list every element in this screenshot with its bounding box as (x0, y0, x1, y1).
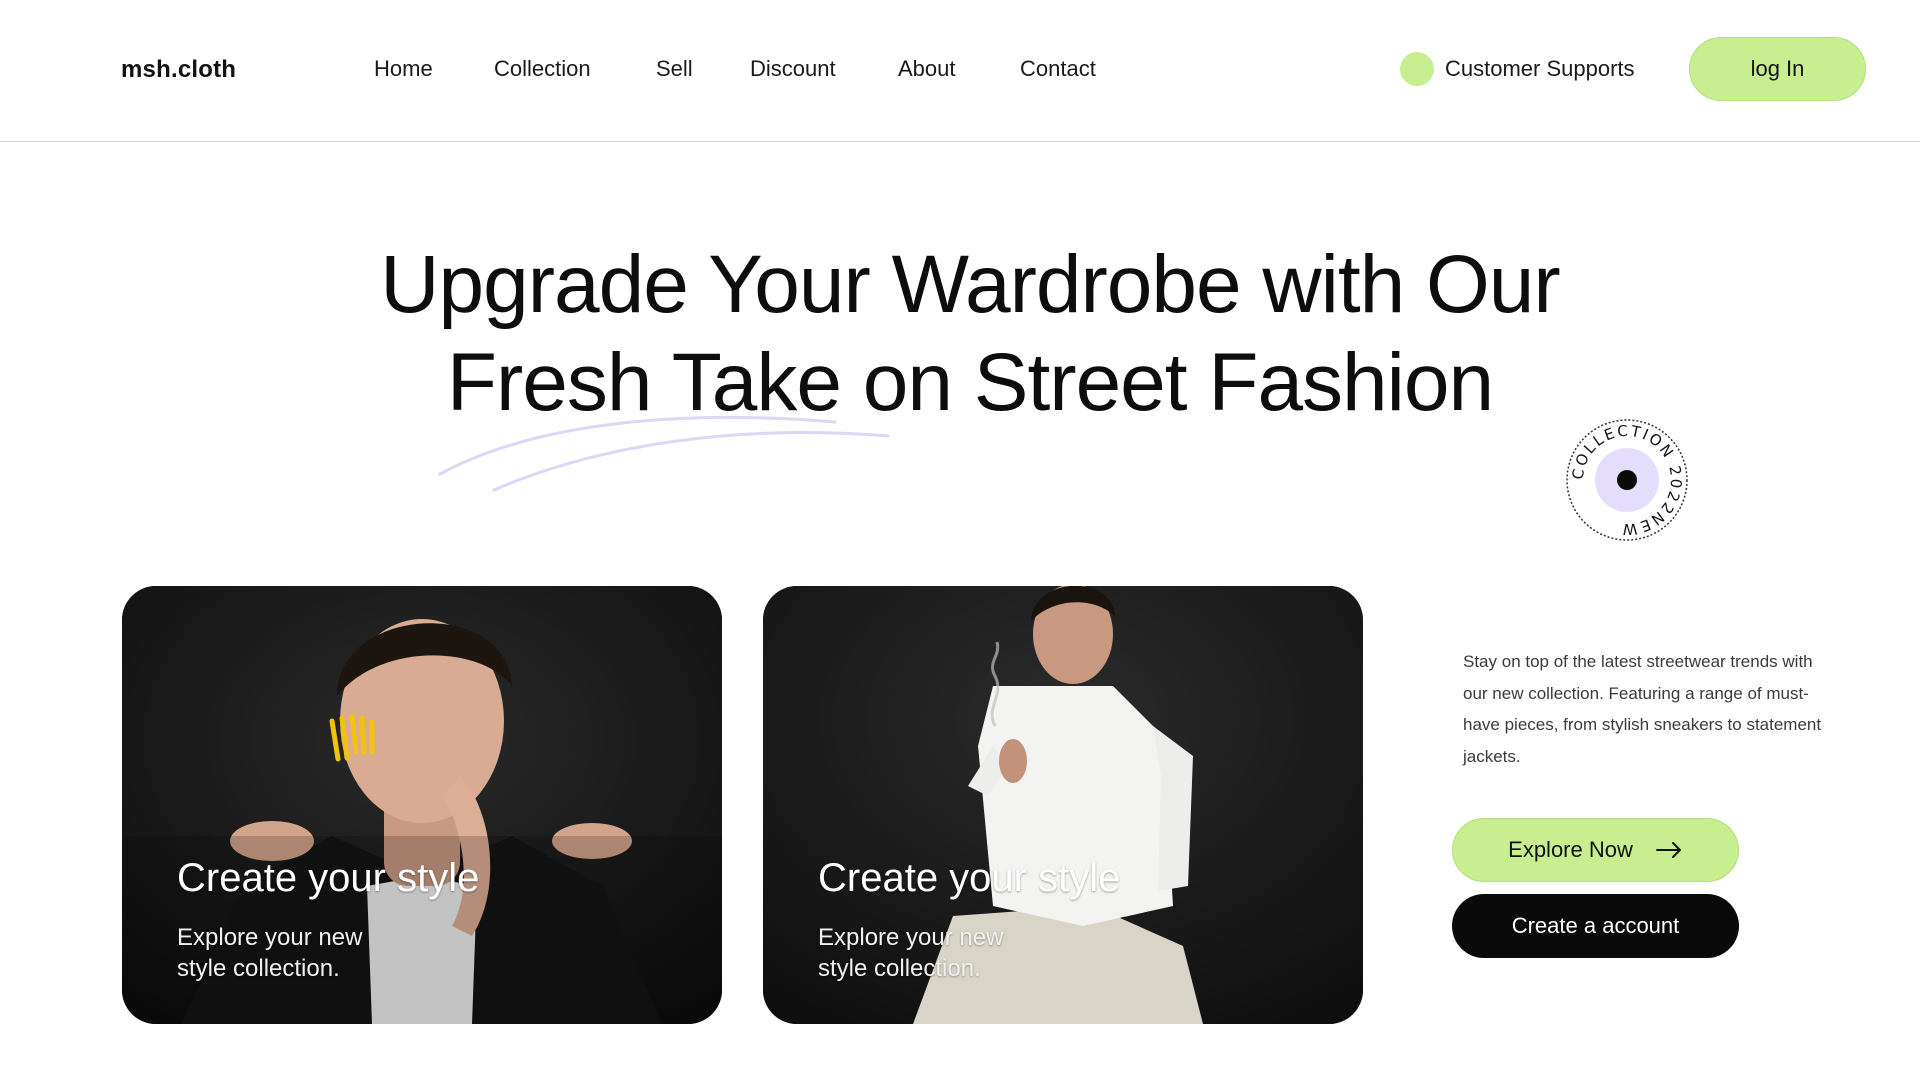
login-button[interactable]: log In (1689, 37, 1866, 101)
card-subtitle: Explore your new style collection. (177, 924, 363, 982)
underline-swoosh-decoration (438, 415, 890, 492)
nav-about[interactable]: About (898, 56, 956, 82)
hero-title-line-1: Upgrade Your Wardrobe with Our (380, 239, 1560, 330)
nav-contact[interactable]: Contact (1020, 56, 1096, 82)
card-subtitle: Explore your new style collection. (818, 924, 1004, 982)
site-header: msh.cloth Home Collection Sell Discount … (0, 0, 1920, 142)
nav-discount[interactable]: Discount (750, 56, 836, 82)
nav-sell[interactable]: Sell (656, 56, 693, 82)
card-title: Create your style (818, 856, 1121, 900)
support-label: Customer Supports (1445, 56, 1635, 81)
explore-now-label: Explore Now (1508, 837, 1633, 862)
explore-now-button[interactable]: Explore Now (1452, 818, 1739, 882)
style-card-1[interactable]: Create your style Explore your new style… (122, 586, 722, 1024)
arrow-right-icon (1655, 842, 1681, 858)
brand-logo[interactable]: msh.cloth (121, 56, 236, 84)
style-card-2[interactable]: Create your style Explore your new style… (763, 586, 1363, 1024)
collection-description: Stay on top of the latest streetwear tre… (1463, 652, 1822, 766)
customer-support-link[interactable]: Customer Supports (1400, 52, 1635, 86)
support-dot-icon (1400, 52, 1434, 86)
create-account-button[interactable]: Create a account (1452, 894, 1739, 958)
nav-home[interactable]: Home (374, 56, 433, 82)
collection-badge: COLLECTION 2022NEW (1566, 419, 1688, 541)
card-title: Create your style (177, 856, 480, 900)
nav-collection[interactable]: Collection (494, 56, 591, 82)
